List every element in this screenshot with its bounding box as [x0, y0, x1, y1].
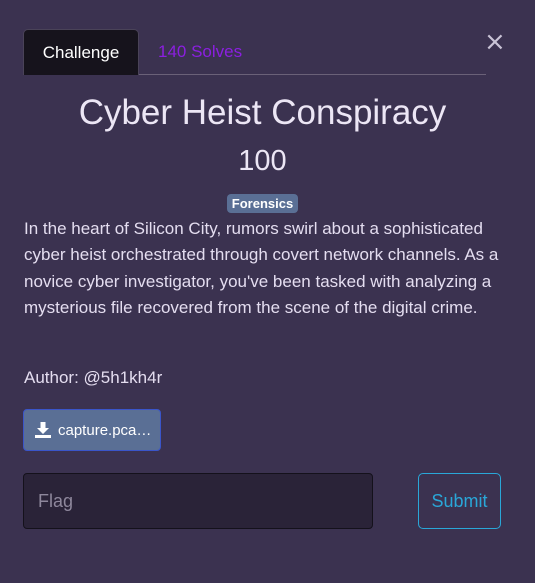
download-icon: [35, 422, 51, 438]
tab-bar: Challenge 140 Solves: [23, 29, 486, 75]
challenge-modal: × Challenge 140 Solves Cyber Heist Consp…: [0, 0, 535, 583]
challenge-points: 100: [238, 145, 287, 177]
challenge-description: In the heart of Silicon City, rumors swi…: [24, 219, 499, 317]
challenge-title: Cyber Heist Conspiracy: [78, 93, 447, 132]
flag-input[interactable]: [23, 473, 373, 529]
close-icon[interactable]: ×: [484, 29, 506, 55]
download-file-button[interactable]: capture.pca…: [23, 409, 161, 451]
category-badge-wrapper: Forensics: [0, 194, 525, 213]
category-badge: Forensics: [226, 194, 299, 213]
tab-challenge[interactable]: Challenge: [23, 29, 139, 75]
tab-solves[interactable]: 140 Solves: [158, 29, 242, 75]
submit-button[interactable]: Submit: [418, 473, 501, 529]
file-name: capture.pca…: [58, 421, 152, 439]
challenge-author: Author: @5h1kh4r: [24, 368, 163, 387]
